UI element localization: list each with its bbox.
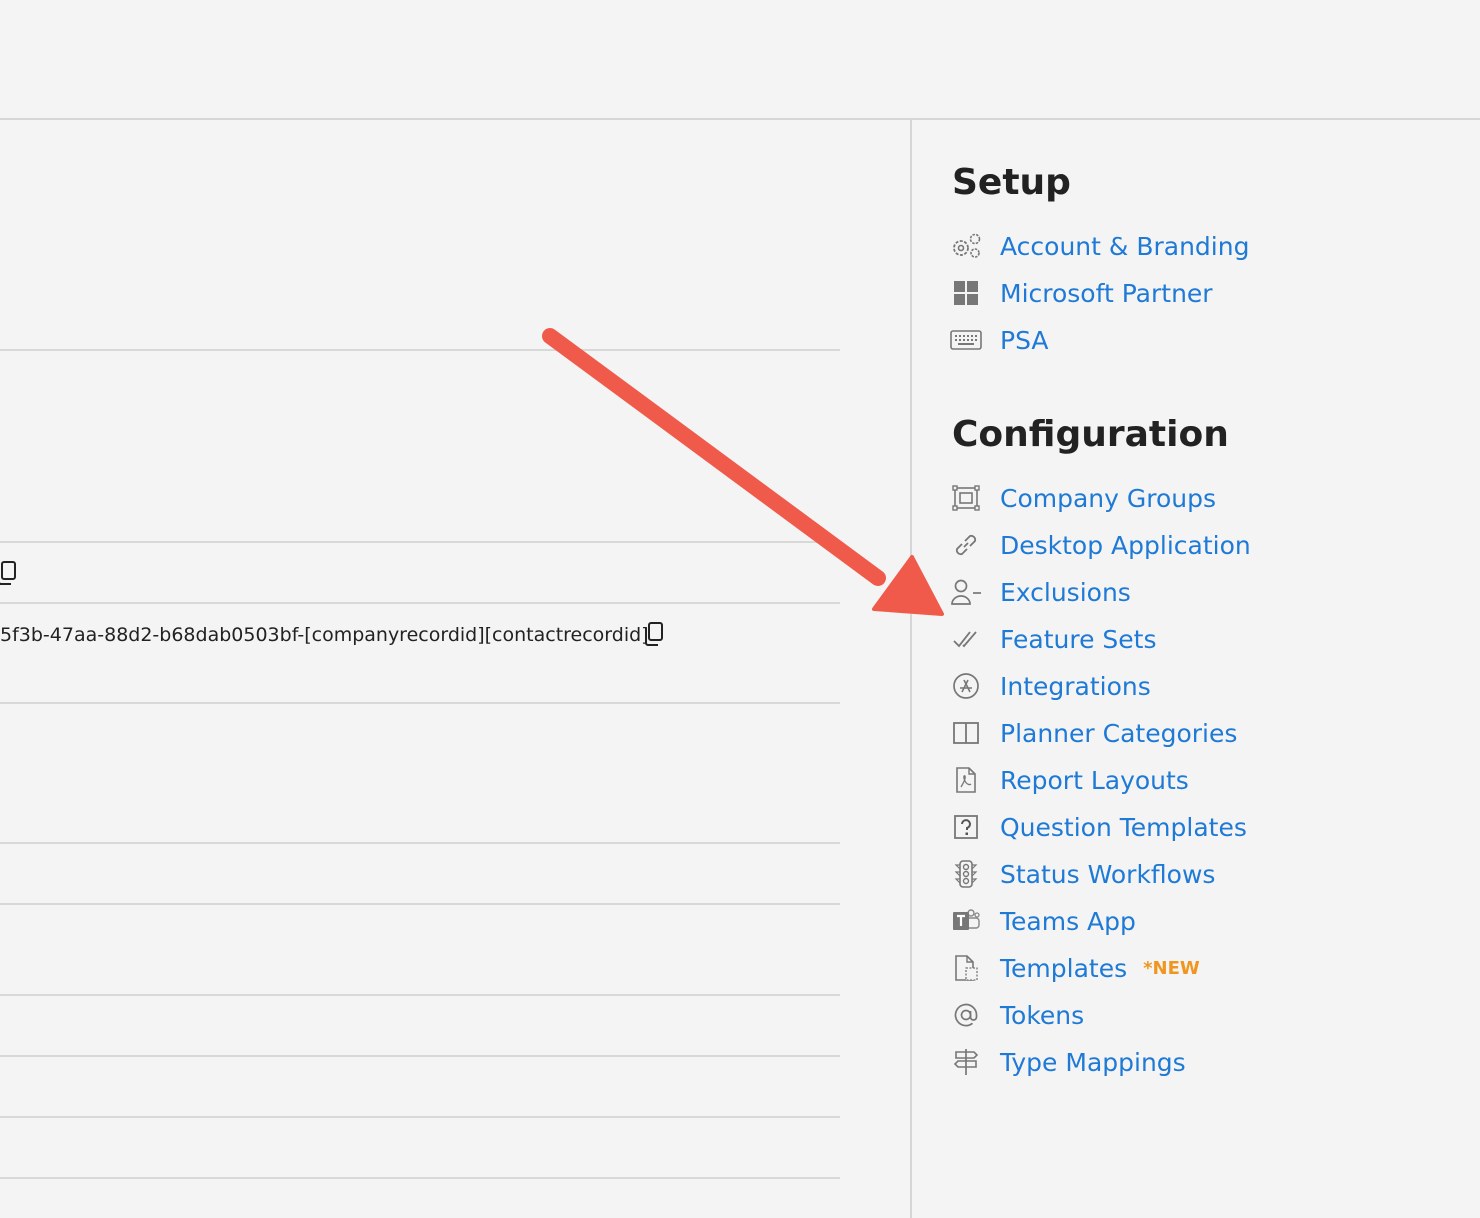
sidebar-item-psa[interactable]: PSA <box>950 322 1049 358</box>
row-divider <box>0 903 840 905</box>
sidebar-item-teams-app[interactable]: Teams App <box>950 903 1136 939</box>
sidebar-item-label: Exclusions <box>1000 577 1131 607</box>
at-icon <box>950 1000 982 1030</box>
sidebar-item-company-groups[interactable]: Company Groups <box>950 480 1216 516</box>
sidebar-item-microsoft-partner[interactable]: Microsoft Partner <box>950 275 1213 311</box>
row-divider <box>0 349 840 351</box>
new-badge: *NEW <box>1143 957 1200 979</box>
double-check-icon <box>950 624 982 654</box>
row-divider <box>0 702 840 704</box>
sidebar-item-planner-categories[interactable]: Planner Categories <box>950 715 1237 751</box>
top-bar <box>0 0 1480 120</box>
sidebar-item-label: Integrations <box>1000 671 1151 701</box>
sidebar-item-label: Type Mappings <box>1000 1047 1186 1077</box>
sidebar-item-label: Company Groups <box>1000 483 1217 513</box>
row-divider <box>0 541 840 543</box>
link-icon <box>950 530 982 560</box>
keyboard-icon <box>950 325 982 355</box>
sidebar-item-label: Planner Categories <box>1000 718 1238 748</box>
sidebar-item-templates[interactable]: Templates *NEW <box>950 950 1200 986</box>
sidebar-item-label: Templates <box>1000 953 1128 983</box>
template-icon <box>950 953 982 983</box>
signpost-icon <box>950 1047 982 1077</box>
sidebar-item-label: Status Workflows <box>1000 859 1216 889</box>
copy-icon[interactable] <box>643 621 665 647</box>
teams-icon <box>950 906 982 936</box>
sidebar-item-label: Question Templates <box>1000 812 1247 842</box>
sidebar-item-label: Account & Branding <box>1000 231 1250 261</box>
configuration-heading: Configuration <box>952 414 1229 455</box>
pdf-icon <box>950 765 982 795</box>
question-icon <box>950 812 982 842</box>
windows-icon <box>950 278 982 308</box>
gears-icon <box>950 231 982 261</box>
sidebar-item-integrations[interactable]: Integrations <box>950 668 1151 704</box>
sidebar-item-label: Report Layouts <box>1000 765 1189 795</box>
sidebar-item-desktop-application[interactable]: Desktop Application <box>950 527 1251 563</box>
app-store-icon <box>950 671 982 701</box>
sidebar-item-label: Teams App <box>1000 906 1136 936</box>
row-divider <box>0 1055 840 1057</box>
sidebar-item-report-layouts[interactable]: Report Layouts <box>950 762 1189 798</box>
traffic-light-icon <box>950 859 982 889</box>
row-divider <box>0 602 840 604</box>
columns-icon <box>950 718 982 748</box>
sidebar-item-status-workflows[interactable]: Status Workflows <box>950 856 1215 892</box>
sidebar-item-exclusions[interactable]: Exclusions <box>950 574 1131 610</box>
sidebar-item-label: Desktop Application <box>1000 530 1251 560</box>
sidebar-item-label: Microsoft Partner <box>1000 278 1213 308</box>
row-divider <box>0 1177 840 1179</box>
sidebar-item-label: PSA <box>1000 325 1049 355</box>
row-divider <box>0 842 840 844</box>
group-icon <box>950 483 982 513</box>
sidebar-item-label: Tokens <box>1000 1000 1085 1030</box>
sidebar-item-question-templates[interactable]: Question Templates <box>950 809 1247 845</box>
main-panel <box>0 120 912 1218</box>
sidebar-item-label: Feature Sets <box>1000 624 1157 654</box>
sidebar-item-feature-sets[interactable]: Feature Sets <box>950 621 1157 657</box>
copy-icon[interactable] <box>0 560 18 586</box>
sidebar-item-account-branding[interactable]: Account & Branding <box>950 228 1249 264</box>
token-string: 5f3b-47aa-88d2-b68dab0503bf-[companyreco… <box>0 624 649 646</box>
sidebar-item-type-mappings[interactable]: Type Mappings <box>950 1044 1186 1080</box>
row-divider <box>0 1116 840 1118</box>
sidebar-item-tokens[interactable]: Tokens <box>950 997 1084 1033</box>
row-divider <box>0 994 840 996</box>
user-minus-icon <box>950 577 982 607</box>
setup-heading: Setup <box>952 162 1071 203</box>
